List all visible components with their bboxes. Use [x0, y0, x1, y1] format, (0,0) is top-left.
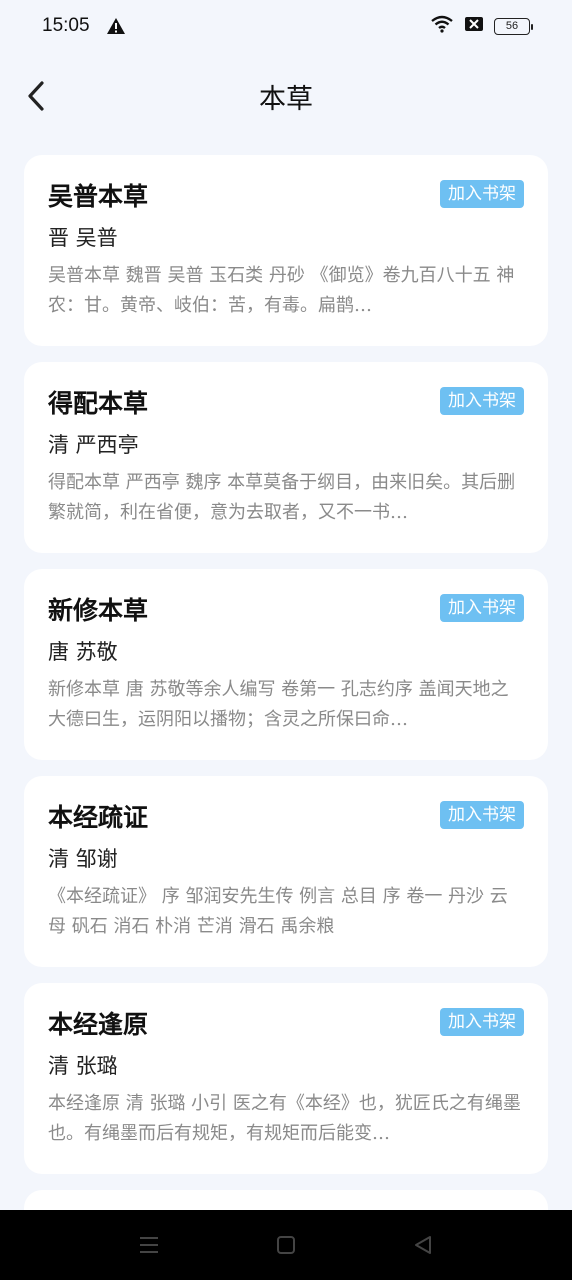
- add-to-shelf-button[interactable]: 加入书架: [440, 387, 524, 415]
- back-triangle-icon: [415, 1236, 432, 1254]
- book-author: 清 严西亭: [48, 433, 139, 457]
- add-to-shelf-button[interactable]: 加入书架: [440, 801, 524, 829]
- book-card[interactable]: 得配本草 清 严西亭 得配本草 严西亭 魏序 本草莫备于纲目，由来旧矣。其后删繁…: [24, 362, 548, 553]
- book-excerpt: 得配本草 严西亭 魏序 本草莫备于纲目，由来旧矣。其后删繁就简，利在省便，意为去…: [48, 472, 516, 523]
- menu-button[interactable]: [129, 1225, 169, 1265]
- book-author: 晋 吴普: [48, 226, 118, 250]
- menu-icon: [139, 1237, 158, 1253]
- book-author: 清 张璐: [48, 1054, 118, 1078]
- status-bar: 15:05 56: [0, 0, 572, 52]
- book-author: 唐 苏敬: [48, 640, 118, 664]
- page-title: 本草: [259, 83, 313, 115]
- status-time: 15:05: [42, 15, 90, 36]
- book-card[interactable]: 本经逢原 清 张璐 本经逢原 清 张璐 小引 医之有《本经》也，犹匠氏之有绳墨也…: [24, 983, 548, 1174]
- book-card[interactable]: 新修本草 唐 苏敬 新修本草 唐 苏敬等余人编写 卷第一 孔志约序 盖闻天地之大…: [24, 569, 548, 760]
- add-to-shelf-button[interactable]: 加入书架: [440, 1008, 524, 1036]
- navigation-bar: [0, 1210, 572, 1280]
- book-excerpt: 新修本草 唐 苏敬等余人编写 卷第一 孔志约序 盖闻天地之大德曰生，运阴阳以播物…: [48, 679, 509, 730]
- home-button[interactable]: [266, 1225, 306, 1265]
- book-card[interactable]: 吴普本草 晋 吴普 吴普本草 魏晋 吴普 玉石类 丹砂 《御览》卷九百八十五 神…: [24, 155, 548, 346]
- back-nav-button[interactable]: [403, 1225, 443, 1265]
- status-left: 15:05: [42, 15, 126, 37]
- warning-icon: [106, 17, 126, 35]
- add-to-shelf-button[interactable]: 加入书架: [440, 180, 524, 208]
- chevron-left-icon: [28, 81, 44, 111]
- screen: 15:05 56 本草 吴普本草 晋 吴普 吴普本草 魏晋 吴普 玉石类 丹砂 …: [0, 0, 572, 1280]
- wifi-icon: [430, 15, 454, 37]
- add-to-shelf-button[interactable]: 加入书架: [440, 594, 524, 622]
- battery-icon: 56: [494, 17, 533, 35]
- book-excerpt: 《本经疏证》 序 邹润安先生传 例言 总目 序 卷一 丹沙 云母 矾石 消石 朴…: [48, 886, 508, 937]
- back-button[interactable]: [16, 76, 56, 116]
- book-list: 吴普本草 晋 吴普 吴普本草 魏晋 吴普 玉石类 丹砂 《御览》卷九百八十五 神…: [24, 155, 548, 1246]
- book-author: 清 邹谢: [48, 847, 118, 871]
- home-icon: [276, 1236, 295, 1254]
- book-excerpt: 本经逢原 清 张璐 小引 医之有《本经》也，犹匠氏之有绳墨也。有绳墨而后有规矩，…: [48, 1093, 521, 1144]
- status-right: 56: [430, 15, 533, 37]
- header: 本草: [0, 60, 572, 132]
- book-card[interactable]: 本经疏证 清 邹谢 《本经疏证》 序 邹润安先生传 例言 总目 序 卷一 丹沙 …: [24, 776, 548, 967]
- book-excerpt: 吴普本草 魏晋 吴普 玉石类 丹砂 《御览》卷九百八十五 神农：甘。黄帝、岐伯：…: [48, 265, 515, 316]
- sim-blocked-icon: [464, 15, 484, 37]
